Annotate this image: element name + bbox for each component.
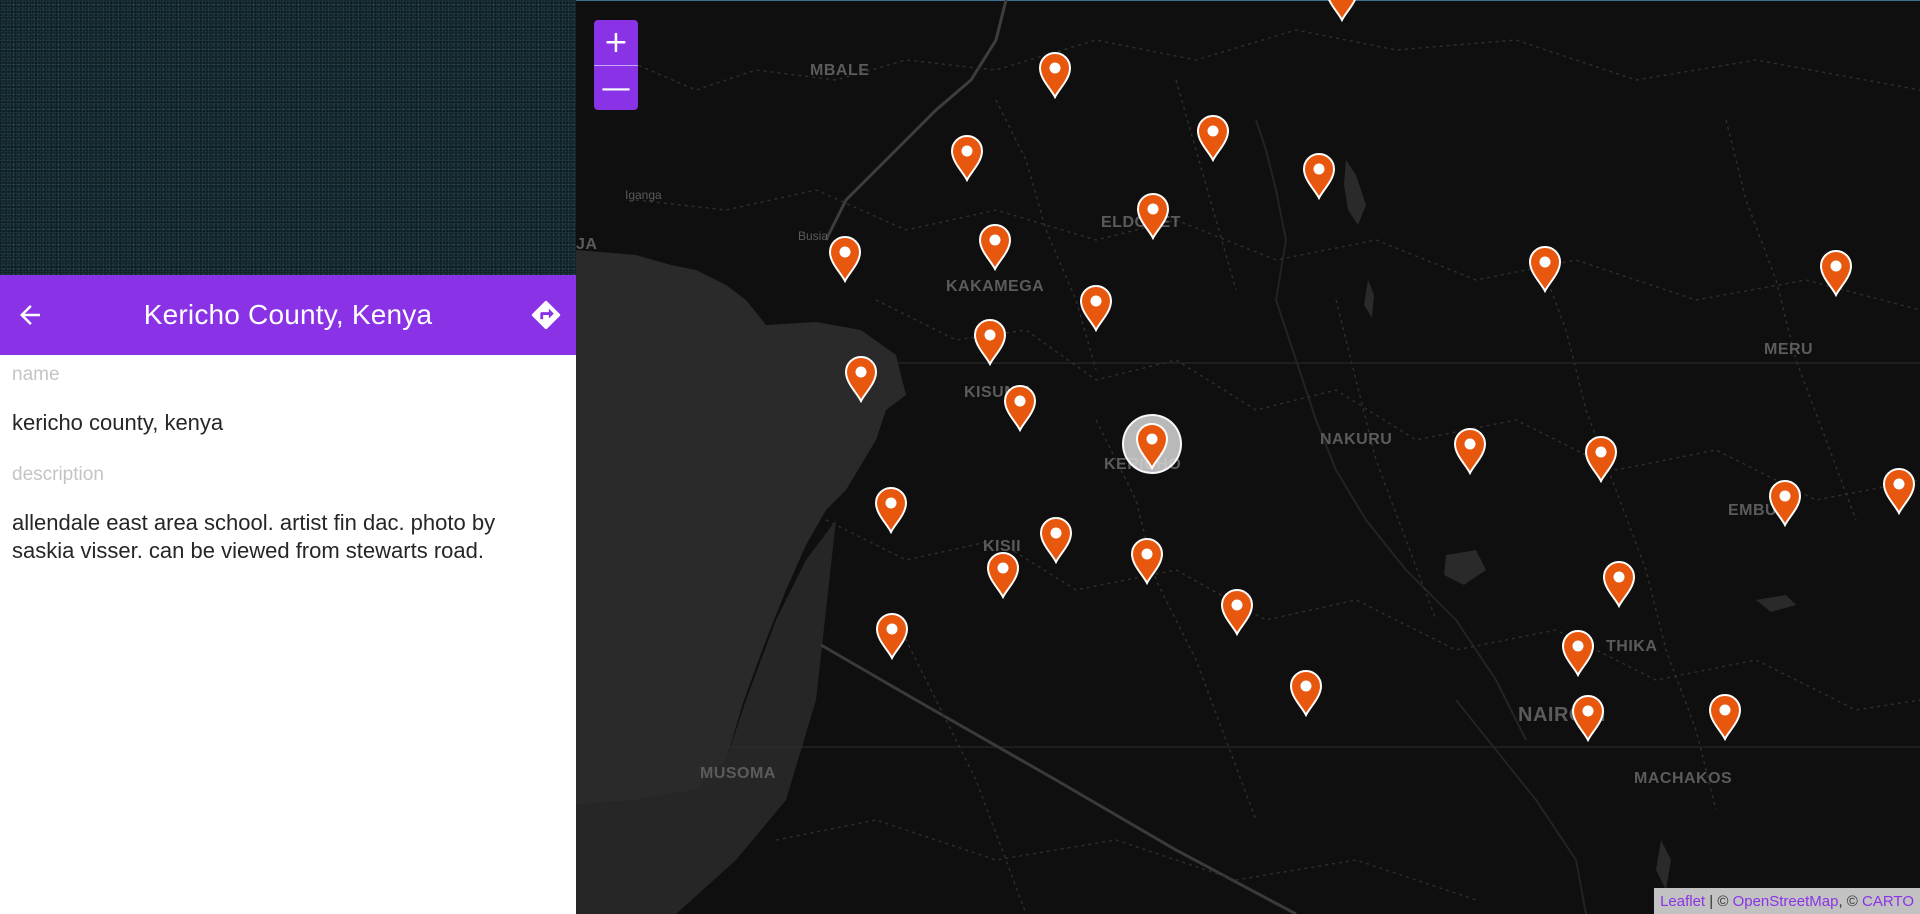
panel-header: Kericho County, Kenya bbox=[0, 275, 576, 355]
map-label-machakos: MACHAKOS bbox=[1634, 770, 1733, 787]
map-marker[interactable] bbox=[874, 486, 908, 534]
place-photo bbox=[0, 0, 576, 275]
map-pin-icon bbox=[950, 135, 984, 182]
map-label-iganga: Iganga bbox=[625, 188, 662, 202]
map-pin-icon bbox=[1003, 385, 1037, 432]
leaflet-link[interactable]: Leaflet bbox=[1660, 893, 1705, 910]
map-label-ja: JA bbox=[576, 236, 598, 253]
map-marker[interactable] bbox=[973, 318, 1007, 366]
name-value: kericho county, kenya bbox=[12, 410, 224, 435]
map-label-busia: Busia bbox=[798, 229, 829, 243]
map-marker[interactable] bbox=[828, 235, 862, 283]
detail-panel: Kericho County, Kenya name kericho count… bbox=[0, 0, 576, 914]
map-pin-icon bbox=[1038, 52, 1072, 99]
map-marker[interactable] bbox=[1768, 479, 1802, 527]
map-marker[interactable] bbox=[1135, 422, 1169, 470]
map-marker[interactable] bbox=[1708, 693, 1742, 741]
arrow-left-icon bbox=[20, 305, 40, 325]
map-marker[interactable] bbox=[1130, 537, 1164, 585]
description-value: allendale east area school. artist fin d… bbox=[12, 510, 496, 563]
map-label-musoma: MUSOMA bbox=[700, 765, 776, 782]
map-pin-icon bbox=[986, 552, 1020, 599]
map-pin-icon bbox=[1328, 0, 1356, 22]
map-marker[interactable] bbox=[1003, 384, 1037, 432]
zoom-control: + — bbox=[594, 20, 638, 110]
map-marker[interactable] bbox=[1079, 284, 1113, 332]
map-marker[interactable] bbox=[1602, 560, 1636, 608]
map-pin-icon bbox=[1079, 285, 1113, 332]
map-pin-icon bbox=[1130, 538, 1164, 585]
zoom-out-button[interactable]: — bbox=[594, 66, 638, 110]
attribution-comma: , © bbox=[1838, 892, 1863, 910]
map-pin-icon bbox=[1302, 153, 1336, 200]
map-marker[interactable] bbox=[1819, 249, 1853, 297]
attribution-separator: | © bbox=[1705, 892, 1733, 910]
map-label-nakuru: NAKURU bbox=[1320, 431, 1393, 448]
map-marker[interactable] bbox=[1561, 629, 1595, 677]
map-label-thika: THIKA bbox=[1606, 638, 1658, 655]
map-pin-icon bbox=[1768, 480, 1802, 527]
map-marker[interactable] bbox=[1882, 467, 1916, 515]
directions-button[interactable] bbox=[528, 297, 564, 333]
map-label-mbale: MBALE bbox=[810, 62, 870, 79]
map-pin-icon bbox=[1135, 423, 1169, 470]
map-pin-icon bbox=[1708, 694, 1742, 741]
name-label: name bbox=[12, 364, 60, 385]
map-marker[interactable] bbox=[978, 223, 1012, 271]
map-marker[interactable] bbox=[844, 355, 878, 403]
map-marker[interactable] bbox=[1220, 588, 1254, 636]
map-pin-icon bbox=[1289, 670, 1323, 717]
map-marker[interactable] bbox=[1571, 694, 1605, 742]
map-pin-icon bbox=[874, 487, 908, 534]
map-view[interactable]: MBALE Iganga Busia JA KAKAMEGA ELDORET K… bbox=[576, 0, 1920, 914]
map-label-meru: MERU bbox=[1764, 341, 1814, 358]
back-button[interactable] bbox=[12, 297, 48, 333]
description-label: description bbox=[12, 464, 104, 485]
map-marker[interactable] bbox=[986, 551, 1020, 599]
map-marker[interactable] bbox=[875, 612, 909, 660]
map-pin-icon bbox=[973, 319, 1007, 366]
carto-link[interactable]: CARTO bbox=[1862, 893, 1914, 910]
map-pin-icon bbox=[1602, 561, 1636, 608]
map-attribution: Leaflet | © OpenStreetMap , © CARTO bbox=[1654, 888, 1920, 914]
map-pin-icon bbox=[875, 613, 909, 660]
map-marker[interactable] bbox=[1038, 51, 1072, 99]
map-marker[interactable] bbox=[1584, 435, 1618, 483]
map-marker[interactable] bbox=[1325, 0, 1359, 22]
map-marker[interactable] bbox=[1136, 192, 1170, 240]
map-pin-icon bbox=[828, 236, 862, 283]
map-pin-icon bbox=[844, 356, 878, 403]
map-marker[interactable] bbox=[950, 134, 984, 182]
directions-icon bbox=[531, 300, 561, 330]
openstreetmap-link[interactable]: OpenStreetMap bbox=[1733, 893, 1839, 910]
map-pin-icon bbox=[978, 224, 1012, 271]
map-pin-icon bbox=[1584, 436, 1618, 483]
zoom-in-button[interactable]: + bbox=[594, 20, 638, 66]
map-pin-icon bbox=[1528, 246, 1562, 293]
map-marker[interactable] bbox=[1039, 516, 1073, 564]
map-pin-icon bbox=[1220, 589, 1254, 636]
map-marker[interactable] bbox=[1453, 427, 1487, 475]
map-pin-icon bbox=[1819, 250, 1853, 297]
page-title: Kericho County, Kenya bbox=[143, 299, 433, 330]
map-label-kakamega: KAKAMEGA bbox=[946, 278, 1045, 295]
map-pin-icon bbox=[1039, 517, 1073, 564]
map-marker[interactable] bbox=[1302, 152, 1336, 200]
map-marker[interactable] bbox=[1196, 114, 1230, 162]
map-pin-icon bbox=[1882, 468, 1916, 515]
map-pin-icon bbox=[1136, 193, 1170, 240]
map-marker[interactable] bbox=[1528, 245, 1562, 293]
map-pin-icon bbox=[1571, 695, 1605, 742]
map-pin-icon bbox=[1196, 115, 1230, 162]
map-pin-icon bbox=[1453, 428, 1487, 475]
map-marker[interactable] bbox=[1289, 669, 1323, 717]
map-pin-icon bbox=[1561, 630, 1595, 677]
